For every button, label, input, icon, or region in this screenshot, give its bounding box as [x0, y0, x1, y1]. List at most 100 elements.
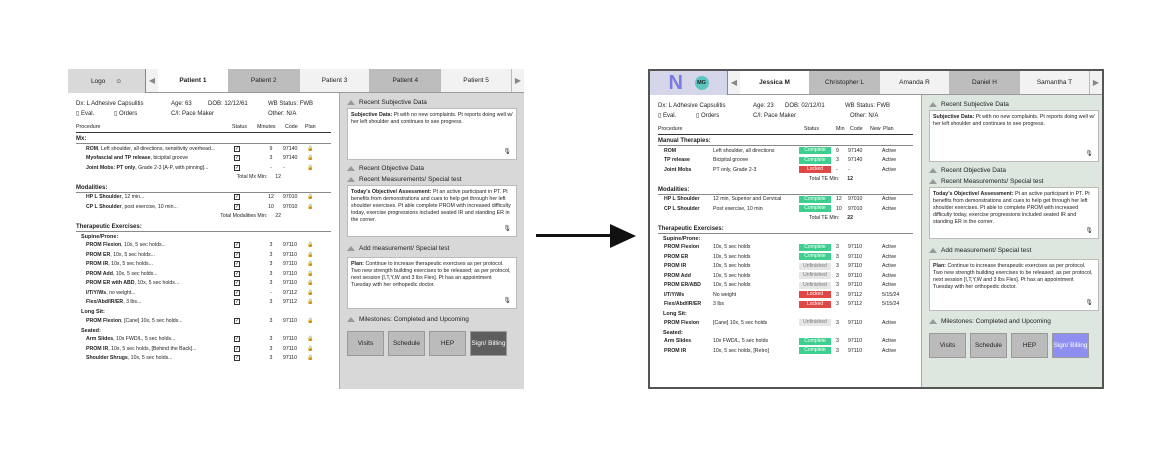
status-badge[interactable]: Unfinished: [799, 281, 831, 289]
table-row[interactable]: PROM Add 10x, 5 sec holds Unfinished 3 97110…: [658, 271, 913, 281]
table-row[interactable]: TP release Bicipital groove Complete 3 97140…: [658, 156, 913, 166]
visits-button[interactable]: Visits: [929, 333, 966, 358]
table-row[interactable]: PROM IR, 10x, 5 sec holds, [Behind the B…: [76, 344, 331, 354]
orders-link[interactable]: ▯ Orders: [114, 109, 171, 119]
lock-icon[interactable]: 🔒: [307, 242, 313, 248]
eval-link[interactable]: ▯ Eval.: [658, 111, 696, 121]
add-measurement[interactable]: Add measurement/ Special test: [929, 245, 1099, 256]
table-row[interactable]: PROM IR 10x, 5 sec holds, [Retro] Complete…: [658, 346, 913, 356]
status-badge[interactable]: Locked: [799, 291, 831, 299]
checkbox[interactable]: ✓: [234, 299, 240, 306]
eval-link[interactable]: ▯ Eval.: [76, 109, 114, 119]
checkbox[interactable]: ✓: [234, 336, 240, 343]
table-row[interactable]: ROM, Left shoulder, all directions, sens…: [76, 144, 331, 154]
tab-jessica[interactable]: Jessica M: [740, 71, 810, 94]
status-badge[interactable]: Complete: [799, 347, 831, 355]
subjective-header[interactable]: Recent Subjective Data: [347, 97, 517, 108]
status-badge[interactable]: Complete: [799, 337, 831, 345]
lock-icon[interactable]: 🔒: [307, 299, 313, 305]
table-row[interactable]: ROM Left shoulder, all directions Complete…: [658, 146, 913, 156]
table-row[interactable]: PROM Flexion 10x, 5 sec holds Complete 3 971…: [658, 243, 913, 253]
table-row[interactable]: PROM Flexion, 10x, 5 sec holds... ✓ 3 97110…: [76, 241, 331, 251]
lock-icon[interactable]: 🔒: [307, 146, 313, 152]
status-badge[interactable]: Complete: [799, 147, 831, 155]
table-row[interactable]: I/T/Y/Ws No weight Locked 3 97112 5/15/24: [658, 290, 913, 300]
checkbox[interactable]: ✓: [234, 280, 240, 287]
subjective-box[interactable]: Subjective Data: Pt with no new complain…: [347, 108, 517, 160]
checkbox[interactable]: ✓: [234, 242, 240, 249]
table-row[interactable]: HP L Shoulder, 12 min... ✓ 12 97010 🔒: [76, 193, 331, 203]
schedule-button[interactable]: Schedule: [388, 331, 425, 356]
lock-icon[interactable]: 🔒: [307, 346, 313, 352]
lock-icon[interactable]: 🔒: [307, 336, 313, 342]
visits-button[interactable]: Visits: [347, 331, 384, 356]
status-badge[interactable]: Unfinished: [799, 272, 831, 280]
table-row[interactable]: PROM Flexion, [Cane] 10x, 5 sec holds...…: [76, 316, 331, 326]
status-badge[interactable]: Complete: [799, 253, 831, 261]
table-row[interactable]: Shoulder Shrugs, 10x, 5 sec holds... ✓ 3 97…: [76, 354, 331, 364]
subjective-header[interactable]: Recent Subjective Data: [929, 99, 1099, 110]
lock-icon[interactable]: 🔒: [307, 252, 313, 258]
table-row[interactable]: HP L Shoulder 12 min, Superior and Cervic…: [658, 195, 913, 205]
table-row[interactable]: PROM IR 10x, 5 sec holds Unfinished 3 97110 A…: [658, 262, 913, 272]
tab-daniel[interactable]: Daniel H: [950, 71, 1020, 94]
checkbox[interactable]: ✓: [234, 194, 240, 201]
table-row[interactable]: I/T/Y/Ws, no weight... ✓ -97112 🔒: [76, 288, 331, 298]
status-badge[interactable]: Unfinished: [799, 262, 831, 270]
table-row[interactable]: PROM ER with ABD, 10x, 5 sec holds... ✓ 3 9…: [76, 279, 331, 289]
milestones-header[interactable]: Milestones: Completed and Upcoming: [929, 316, 1099, 327]
table-row[interactable]: CP L Shoulder Post exercise, 10 min Comple…: [658, 204, 913, 214]
table-row[interactable]: PROM ER 10x, 5 sec holds Complete 3 97110 Act…: [658, 252, 913, 262]
status-badge[interactable]: Locked: [799, 300, 831, 308]
lock-icon[interactable]: 🔒: [307, 290, 313, 296]
checkbox[interactable]: ✓: [234, 145, 240, 152]
checkbox[interactable]: ✓: [234, 317, 240, 324]
lock-icon[interactable]: 🔒: [307, 204, 313, 210]
checkbox[interactable]: ✓: [234, 261, 240, 268]
checkbox[interactable]: ✓: [234, 355, 240, 362]
table-row[interactable]: Flex/Abd/IR/ER, 3 lbs... ✓ 3 97112 🔒: [76, 298, 331, 308]
table-row[interactable]: PROM IR, 10x, 5 sec holds... ✓ 3 97110 🔒: [76, 260, 331, 270]
table-row[interactable]: PROM ER/ABD 10x, 5 sec holds Unfinished 3 97…: [658, 281, 913, 291]
table-row[interactable]: Flex/Abd/IR/ER 3 lbs Locked 3 97112 5/15/24: [658, 300, 913, 310]
objective-header[interactable]: Recent Objective Data: [929, 165, 1099, 176]
sign-billing-button[interactable]: Sign/ Billing: [470, 331, 507, 356]
milestones-header[interactable]: Milestones: Completed and Upcoming: [347, 314, 517, 325]
tab-amanda[interactable]: Amanda R: [880, 71, 950, 94]
orders-link[interactable]: ▯ Orders: [696, 111, 753, 121]
plan-box[interactable]: Plan: Continue to increase therapeutic e…: [347, 257, 517, 309]
lock-icon[interactable]: 🔒: [307, 318, 313, 324]
table-row[interactable]: PROM ER, 10x, 5 sec holds... ✓ 3 97110 🔒: [76, 250, 331, 260]
status-badge[interactable]: Complete: [799, 195, 831, 203]
table-row[interactable]: Myofascial and TP release, bicipital gro…: [76, 154, 331, 164]
status-badge[interactable]: Locked: [799, 166, 831, 174]
lock-icon[interactable]: 🔒: [307, 355, 313, 361]
table-row[interactable]: Arm Slides 10x FWD/L, 5 sec holds Complete…: [658, 337, 913, 347]
status-badge[interactable]: Unfinished: [799, 319, 831, 327]
measurements-header[interactable]: Recent Measurements/ Special test: [929, 176, 1099, 187]
tab-next-icon[interactable]: ▶: [512, 69, 524, 92]
tab-patient-5[interactable]: Patient 5: [441, 69, 512, 92]
checkbox[interactable]: ✓: [234, 345, 240, 352]
lock-icon[interactable]: 🔒: [307, 165, 313, 171]
lock-icon[interactable]: 🔒: [307, 194, 313, 200]
checkbox[interactable]: ✓: [234, 289, 240, 296]
add-measurement[interactable]: Add measurement/ Special test: [347, 243, 517, 254]
objective-box[interactable]: Today's Objective/ Assessment: Pt an act…: [347, 185, 517, 237]
tab-next-icon[interactable]: ▶: [1090, 71, 1102, 94]
hep-button[interactable]: HEP: [429, 331, 466, 356]
user-icon[interactable]: ☺: [115, 78, 122, 85]
table-row[interactable]: CP L Shoulder, post exercise, 10 min... ✓…: [76, 202, 331, 212]
tab-christopher[interactable]: Christopher L: [810, 71, 880, 94]
table-row[interactable]: Joint Mobs PT only, Grade 2-3 Locked - - Acti…: [658, 165, 913, 175]
plan-box[interactable]: Plan: Continue to increase therapeutic e…: [929, 259, 1099, 311]
objective-box[interactable]: Today's Objective/ Assessment: Pt an act…: [929, 187, 1099, 239]
lock-icon[interactable]: 🔒: [307, 280, 313, 286]
table-row[interactable]: Joint Mobs: PT only, Grade 2-3 [A-P, wit…: [76, 163, 331, 173]
sign-billing-button[interactable]: Sign/ Billing: [1052, 333, 1089, 358]
tab-patient-3[interactable]: Patient 3: [300, 69, 371, 92]
hep-button[interactable]: HEP: [1011, 333, 1048, 358]
lock-icon[interactable]: 🔒: [307, 155, 313, 161]
table-row[interactable]: Arm Slides, 10x FWD/L, 5 sec holds... ✓ 3 9…: [76, 335, 331, 345]
status-badge[interactable]: Complete: [799, 156, 831, 164]
